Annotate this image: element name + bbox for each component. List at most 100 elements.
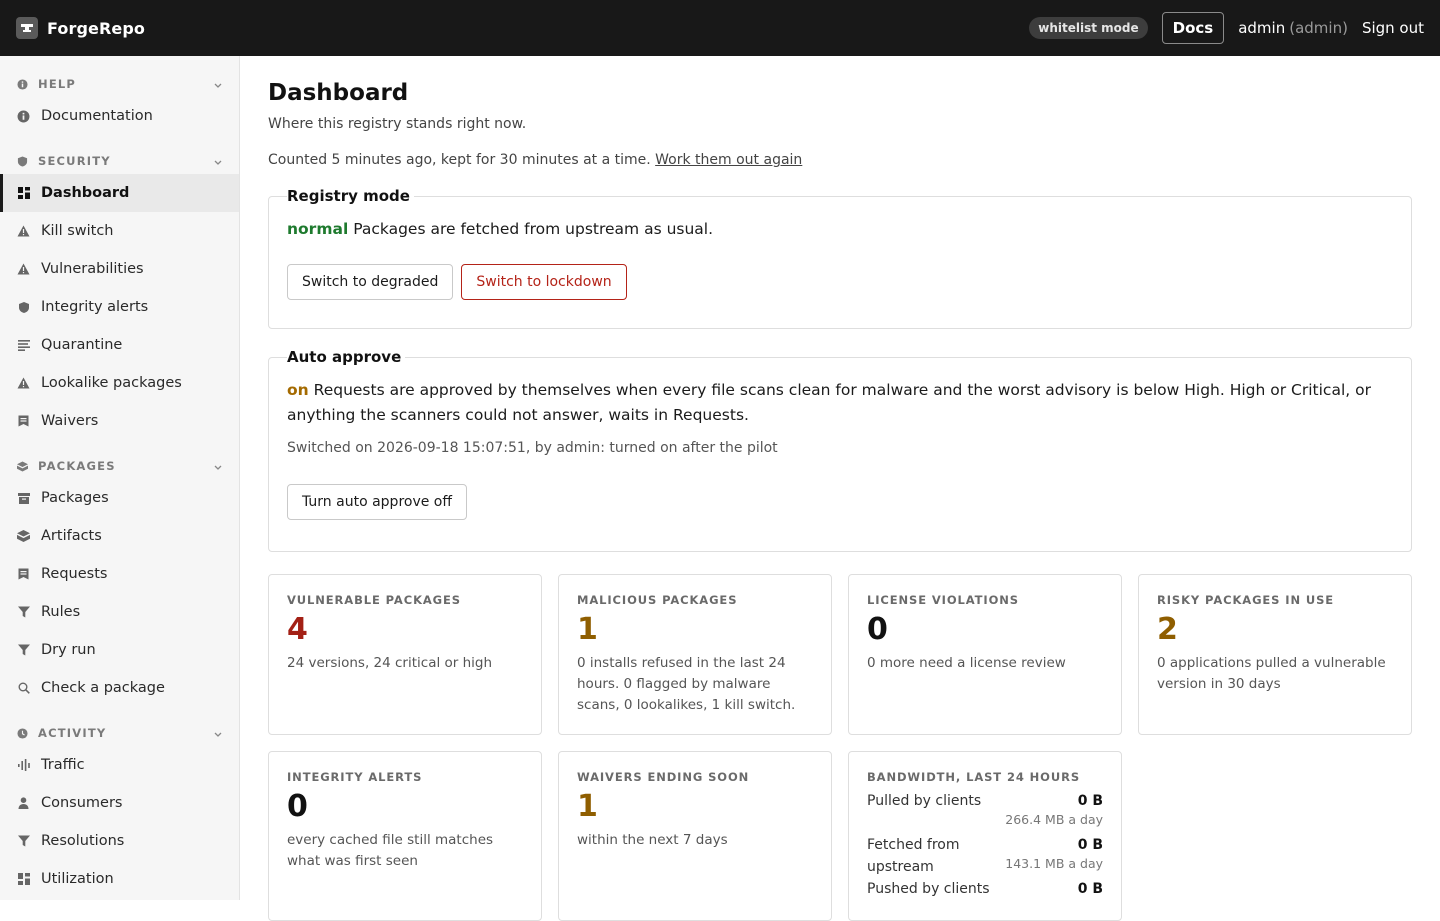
card-vulnerable-packages[interactable]: VULNERABLE PACKAGES 4 24 versions, 24 cr… [268,574,542,735]
bandwidth-row-label: Fetched from upstream [867,837,960,875]
card-integrity-alerts[interactable]: INTEGRITY ALERTS 0 every cached file sti… [268,751,542,921]
auto-approve-legend: Auto approve [287,348,402,366]
card-value: 4 [287,612,308,647]
switch-to-degraded-button[interactable]: Switch to degraded [287,264,454,300]
sidebar-item-rules[interactable]: Rules [0,593,239,631]
note-icon [17,568,30,581]
sidebar-item-label: Lookalike packages [41,375,182,391]
sidebar-item-resolutions[interactable]: Resolutions [0,822,239,860]
sidebar-item-label: Rules [41,604,81,620]
sidebar-item-utilization[interactable]: Utilization [0,860,239,898]
sidebar-group-security[interactable]: SECURITY [0,148,239,174]
chevron-down-icon[interactable] [213,461,223,471]
sidebar-item-requests[interactable]: Requests [0,555,239,593]
counted-text: Counted 5 minutes ago, kept for 30 minut… [268,152,651,168]
person-icon [17,797,30,810]
info-icon [17,110,30,123]
sidebar-group-help[interactable]: HELP [0,71,239,97]
lines-icon [17,339,30,352]
sidebar-item-label: Documentation [41,108,153,124]
card-risky-packages[interactable]: RISKY PACKAGES IN USE 2 0 applications p… [1138,574,1412,735]
sidebar-item-dashboard[interactable]: Dashboard [0,174,239,212]
card-description: every cached file still matches what was… [287,832,494,869]
sidebar: HELP Documentation SECURITY Dashboard Ki… [0,56,240,900]
cube-icon [17,530,30,543]
registry-mode-state: normal [287,220,349,238]
sidebar-item-label: Check a package [41,680,165,696]
sidebar-item-vulnerabilities[interactable]: Vulnerabilities [0,250,239,288]
card-license-violations[interactable]: LICENSE VIOLATIONS 0 0 more need a licen… [848,574,1122,735]
docs-button[interactable]: Docs [1161,12,1225,44]
sidebar-item-consumers[interactable]: Consumers [0,784,239,822]
recount-link[interactable]: Work them out again [655,152,802,168]
sidebar-group-activity[interactable]: ACTIVITY [0,720,239,746]
mode-badge: whitelist mode [1029,17,1148,39]
card-malicious-packages[interactable]: MALICIOUS PACKAGES 1 0 installs refused … [558,574,832,735]
sidebar-item-waivers[interactable]: Waivers [0,402,239,440]
sign-out-link[interactable]: Sign out [1362,19,1424,37]
sidebar-item-label: Kill switch [41,223,114,239]
chevron-down-icon[interactable] [213,156,223,166]
bandwidth-row-value: 0 B [1077,793,1103,809]
grid-icon [17,873,30,886]
user-name: admin [1238,19,1286,37]
warning-icon [17,225,30,238]
switch-to-lockdown-button[interactable]: Switch to lockdown [461,264,627,300]
sidebar-group-label: SECURITY [38,154,111,168]
filter-icon [17,644,30,657]
auto-approve-status: on Requests are approved by themselves w… [287,378,1393,428]
registry-mode-description: Packages are fetched from upstream as us… [353,220,714,238]
card-label: LICENSE VIOLATIONS [867,593,1019,607]
registry-mode-panel: Registry mode normal Packages are fetche… [268,187,1412,329]
brand[interactable]: ForgeRepo [16,17,145,39]
grid-icon [17,187,30,200]
counted-status: Counted 5 minutes ago, kept for 30 minut… [268,152,1412,168]
sidebar-item-label: Consumers [41,795,123,811]
bandwidth-row-pulled: Pulled by clients 0 B [867,790,1103,812]
card-value: 1 [577,789,598,824]
sidebar-item-label: Dry run [41,642,96,658]
bandwidth-row-label: Pushed by clients [867,881,990,897]
sidebar-item-label: Traffic [41,757,85,773]
registry-mode-status: normal Packages are fetched from upstrea… [287,217,1393,242]
filter-icon [17,606,30,619]
chevron-down-icon[interactable] [213,79,223,89]
main-content: Dashboard Where this registry stands rig… [268,56,1412,921]
card-label: INTEGRITY ALERTS [287,770,423,784]
card-label: RISKY PACKAGES IN USE [1157,593,1335,607]
info-icon [17,78,28,90]
card-waivers-ending-soon[interactable]: WAIVERS ENDING SOON 1 within the next 7 … [558,751,832,921]
sidebar-item-artifacts[interactable]: Artifacts [0,517,239,555]
anvil-logo-icon [16,17,38,39]
note-icon [17,415,30,428]
card-description: 0 installs refused in the last 24 hours.… [577,655,796,713]
card-bandwidth[interactable]: BANDWIDTH, LAST 24 HOURS Pulled by clien… [848,751,1122,921]
sidebar-item-kill-switch[interactable]: Kill switch [0,212,239,250]
chevron-down-icon[interactable] [213,728,223,738]
card-label: BANDWIDTH, LAST 24 HOURS [867,770,1081,784]
app-name: ForgeRepo [47,18,145,38]
sidebar-item-label: Utilization [41,871,114,887]
sidebar-item-packages[interactable]: Packages [0,479,239,517]
sidebar-item-dry-run[interactable]: Dry run [0,631,239,669]
sidebar-item-check-a-package[interactable]: Check a package [0,669,239,707]
sidebar-item-quarantine[interactable]: Quarantine [0,326,239,364]
sidebar-item-label: Artifacts [41,528,102,544]
page-subtitle: Where this registry stands right now. [268,116,527,132]
shield-icon [17,155,28,167]
card-value: 0 [287,789,308,824]
sidebar-item-integrity-alerts[interactable]: Integrity alerts [0,288,239,326]
sidebar-item-documentation[interactable]: Documentation [0,97,239,135]
auto-approve-switched-note: Switched on 2026-09-18 15:07:51, by admi… [287,440,778,456]
sidebar-group-label: PACKAGES [38,459,116,473]
user-role: (admin) [1289,19,1348,37]
registry-mode-legend: Registry mode [287,187,410,205]
card-description: 0 applications pulled a vulnerable versi… [1157,655,1386,692]
turn-auto-approve-off-button[interactable]: Turn auto approve off [287,484,468,520]
sidebar-item-label: Packages [41,490,109,506]
sidebar-item-label: Dashboard [41,185,130,201]
sidebar-item-lookalike-packages[interactable]: Lookalike packages [0,364,239,402]
sidebar-item-traffic[interactable]: Traffic [0,746,239,784]
sidebar-group-packages[interactable]: PACKAGES [0,453,239,479]
auto-approve-description: Requests are approved by themselves when… [287,381,1371,424]
